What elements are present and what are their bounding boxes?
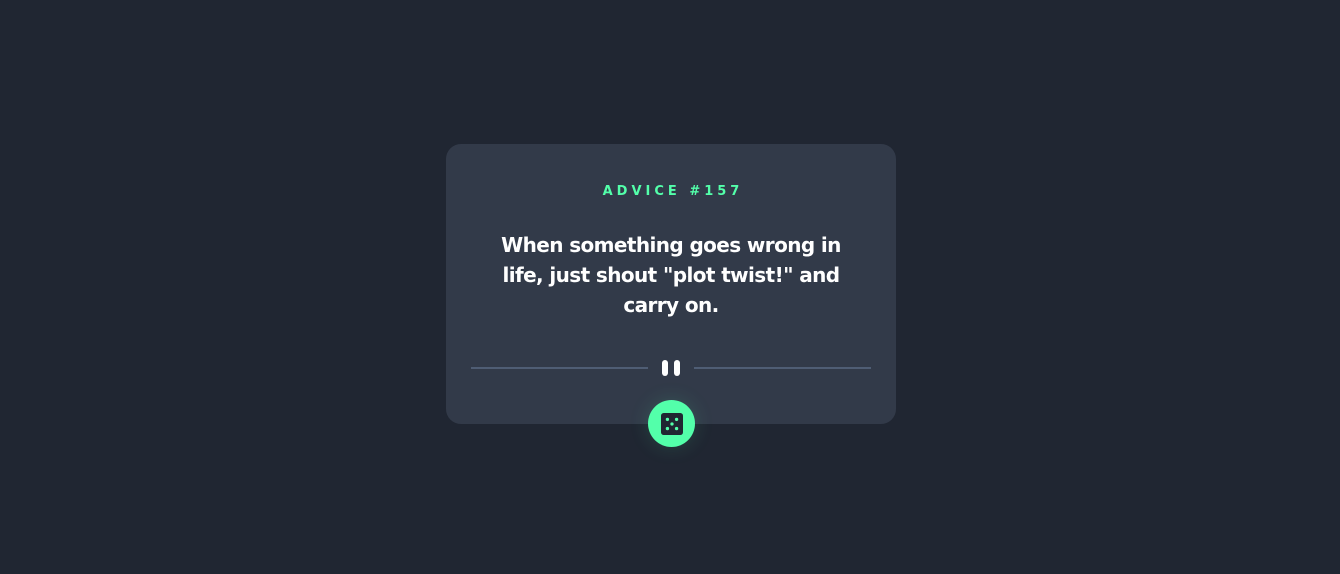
- pause-icon: [662, 360, 680, 376]
- pause-bar-right: [674, 360, 680, 376]
- divider-line-left: [471, 367, 648, 369]
- advice-card: ADVICE #157 When something goes wrong in…: [446, 144, 896, 424]
- advice-quote: When something goes wrong in life, just …: [501, 233, 841, 317]
- dice-icon: [660, 412, 683, 435]
- advice-id-label: ADVICE #157: [602, 184, 744, 199]
- divider-line-right: [694, 367, 871, 369]
- new-advice-button[interactable]: [648, 400, 695, 447]
- divider: [471, 360, 871, 376]
- pause-bar-left: [662, 360, 668, 376]
